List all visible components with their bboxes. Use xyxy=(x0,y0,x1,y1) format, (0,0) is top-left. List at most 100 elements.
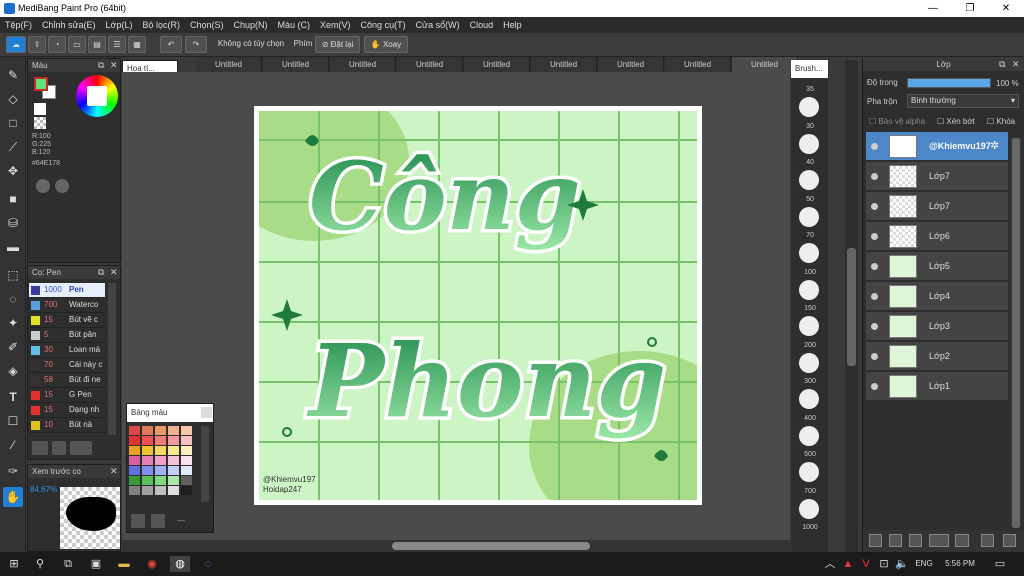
brush-size-dot[interactable] xyxy=(799,462,819,482)
select-eraser-tool-icon[interactable]: ◈ xyxy=(3,361,23,381)
artwork-canvas[interactable]: Công Phong @Khiemvu197 Hoidap247 xyxy=(259,111,697,500)
list-icon[interactable]: ☰ xyxy=(108,36,126,53)
move-tool-icon[interactable]: ✥ xyxy=(3,161,23,181)
gear-icon[interactable]: ✲ xyxy=(990,139,999,152)
color-swatch[interactable] xyxy=(142,426,153,435)
layer-row[interactable]: Lớp3 xyxy=(866,312,1008,341)
brush-menu-icon[interactable] xyxy=(70,441,92,455)
color-square[interactable] xyxy=(87,86,107,106)
brush-item[interactable]: 10 Bút nà xyxy=(29,418,105,433)
chat-icon[interactable]: ◔ xyxy=(48,36,66,53)
color-swatch[interactable] xyxy=(155,456,166,465)
document-tab[interactable]: Untitled xyxy=(665,57,731,72)
eye-icon[interactable] xyxy=(871,203,878,210)
color-swatch[interactable] xyxy=(155,486,166,495)
messenger-icon[interactable]: ◌ xyxy=(200,556,216,572)
color-swatch[interactable] xyxy=(181,456,192,465)
clock[interactable]: 5:56 PM xyxy=(940,556,980,572)
rect-tool-icon[interactable]: □ xyxy=(3,113,23,133)
brush-item[interactable]: 5 Bút pân xyxy=(29,328,105,343)
color-swatch[interactable] xyxy=(181,486,192,495)
brush-item[interactable]: 15 G Pen xyxy=(29,388,105,403)
opacity-slider[interactable] xyxy=(907,78,991,88)
brush-size-dot[interactable] xyxy=(799,279,819,300)
menu-help[interactable]: Help xyxy=(498,17,527,33)
eraser-tool-icon[interactable]: ◇ xyxy=(3,89,23,109)
layer-menu-icon[interactable] xyxy=(929,534,949,547)
line-tool-icon[interactable]: ⟋ xyxy=(3,137,23,157)
close-icon[interactable]: ✕ xyxy=(110,266,118,279)
eye-icon[interactable] xyxy=(871,173,878,180)
color-swatch[interactable] xyxy=(181,466,192,475)
menu-snap[interactable]: Chụp(N) xyxy=(229,17,273,33)
menu-file[interactable]: Tệp(F) xyxy=(0,17,37,33)
new-layer-icon[interactable] xyxy=(869,534,882,547)
palette-settings-icon[interactable] xyxy=(55,179,69,193)
menu-color[interactable]: Màu (C) xyxy=(273,17,316,33)
chrome-icon[interactable]: ◉ xyxy=(144,556,160,572)
dropper-tool-icon[interactable]: ⁄ xyxy=(3,435,23,455)
brush-size-dot[interactable] xyxy=(799,243,819,263)
color-swatch[interactable] xyxy=(181,476,192,485)
color-swatch[interactable] xyxy=(129,486,140,495)
layer-row[interactable]: Lớp2 xyxy=(866,342,1008,371)
document-tab[interactable]: Untitled xyxy=(531,57,597,72)
rotate-button[interactable]: ✋ Xoay xyxy=(364,36,408,53)
menu-filter[interactable]: Bộ lọc(R) xyxy=(137,17,185,33)
copy-icon[interactable] xyxy=(981,534,994,547)
color-swatch[interactable] xyxy=(142,486,153,495)
document-tab[interactable]: Untitled xyxy=(263,57,329,72)
protect-alpha-option[interactable]: ☐ Bảo vệ alpha xyxy=(869,117,925,126)
volume-icon[interactable]: 🔈 xyxy=(894,556,910,572)
eye-icon[interactable] xyxy=(871,293,878,300)
comment-icon[interactable]: ▭ xyxy=(68,36,86,53)
layer-row[interactable]: Lớp7 xyxy=(866,162,1008,191)
color-swatch[interactable] xyxy=(142,456,153,465)
notification-icon[interactable]: ▭ xyxy=(992,556,1008,572)
brush-size-dot[interactable] xyxy=(799,425,819,446)
vertical-scrollbar[interactable] xyxy=(845,60,858,552)
color-swatch[interactable] xyxy=(142,476,153,485)
menu-cloud[interactable]: Cloud xyxy=(465,17,499,33)
merge-layer-icon[interactable] xyxy=(909,534,922,547)
color-swatch[interactable] xyxy=(168,486,179,495)
color-swatch[interactable] xyxy=(168,436,179,445)
color-swatch[interactable] xyxy=(129,456,140,465)
brush-item[interactable]: 70 Cái này c xyxy=(29,358,105,373)
file-explorer-icon[interactable]: ▬ xyxy=(116,556,132,572)
eye-icon[interactable] xyxy=(871,263,878,270)
color-swatch[interactable] xyxy=(168,426,179,435)
color-wheel[interactable] xyxy=(76,75,118,117)
color-swatch[interactable] xyxy=(155,426,166,435)
undock-icon[interactable]: ⧉ xyxy=(98,59,104,72)
color-swatch[interactable] xyxy=(129,426,140,435)
brush-item[interactable]: 30 Loan mà xyxy=(29,343,105,358)
text-tool-icon[interactable]: T xyxy=(3,387,23,407)
eyedropper-tool-icon[interactable]: ✑ xyxy=(3,461,23,481)
eye-icon[interactable] xyxy=(871,233,878,240)
color-swatch[interactable] xyxy=(155,436,166,445)
color-swatch[interactable] xyxy=(155,476,166,485)
undock-icon[interactable]: ⧉ xyxy=(98,266,104,279)
color-swatch[interactable] xyxy=(181,436,192,445)
brush-size-dot[interactable] xyxy=(799,389,819,409)
palette-icon[interactable] xyxy=(36,179,50,193)
document-tab[interactable]: Untitled xyxy=(397,57,463,72)
fill-rect-tool-icon[interactable]: ■ xyxy=(3,189,23,209)
brush-size-dot[interactable] xyxy=(799,170,819,190)
close-icon[interactable]: ✕ xyxy=(110,465,118,478)
task-view-icon[interactable]: ⧉ xyxy=(60,556,76,572)
add-brush-icon[interactable] xyxy=(32,441,48,455)
gradient-tool-icon[interactable]: ▬ xyxy=(3,237,23,257)
layer-row[interactable]: Lớp4 xyxy=(866,282,1008,311)
close-icon[interactable]: ✕ xyxy=(110,59,118,72)
horizontal-scrollbar[interactable] xyxy=(122,540,790,552)
document-tab[interactable]: Untitled xyxy=(598,57,664,72)
menu-select[interactable]: Chọn(S) xyxy=(185,17,229,33)
document-icon[interactable]: ▤ xyxy=(88,36,106,53)
lock-option[interactable]: ☐ Khóa xyxy=(987,117,1015,126)
brush-item[interactable]: 1000 Pen xyxy=(29,283,105,298)
document-tab[interactable]: Untitled xyxy=(330,57,396,72)
add-palette-icon[interactable] xyxy=(131,514,145,528)
palette-scrollbar[interactable] xyxy=(201,426,209,502)
